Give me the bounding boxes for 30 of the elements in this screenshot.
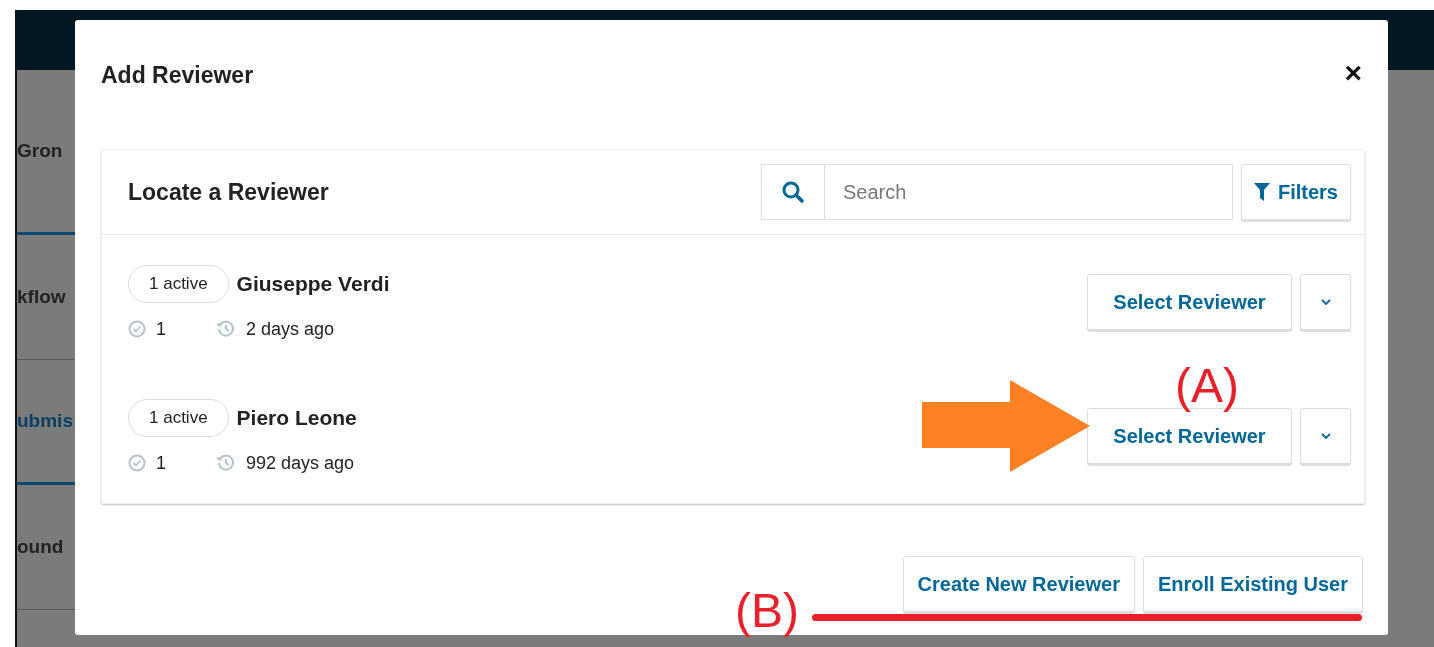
search-icon <box>780 180 805 204</box>
last-activity: 992 days ago <box>246 452 355 474</box>
check-circle-icon <box>128 320 146 338</box>
close-button[interactable]: × <box>1334 58 1372 88</box>
history-icon <box>216 319 236 339</box>
nav-tab[interactable]: Gron <box>17 140 75 162</box>
annotation-label: (B) <box>735 587 799 635</box>
completed-count: 1 <box>156 452 167 474</box>
panel-title: Locate a Reviewer <box>128 178 329 206</box>
search-button[interactable] <box>760 164 825 220</box>
chevron-down-icon <box>1319 432 1332 440</box>
chevron-down-icon <box>1319 298 1332 306</box>
reviewer-name: Giuseppe Verdi <box>236 271 390 296</box>
check-circle-icon <box>128 454 146 472</box>
last-activity: 2 days ago <box>246 318 335 340</box>
footer-button[interactable]: Enroll Existing User <box>1142 556 1363 612</box>
reviewer-name: Piero Leone <box>236 405 357 430</box>
footer-button[interactable]: Create New Reviewer <box>902 556 1135 612</box>
more-options-button[interactable] <box>1300 408 1351 464</box>
search-field[interactable]: Search <box>824 164 1233 220</box>
dialog-title: Add Reviewer <box>101 62 254 89</box>
nav-tab[interactable]: kflow <box>17 286 75 308</box>
filters-button[interactable]: Filters <box>1240 164 1351 220</box>
filter-icon <box>1253 183 1270 201</box>
nav-tab[interactable]: ound <box>17 536 75 558</box>
select-reviewer-button[interactable]: Select Reviewer <box>1087 274 1292 330</box>
more-options-button[interactable] <box>1300 274 1351 330</box>
annotation-label: (A) <box>1175 362 1239 410</box>
completed-count: 1 <box>156 318 167 340</box>
history-icon <box>216 453 236 473</box>
